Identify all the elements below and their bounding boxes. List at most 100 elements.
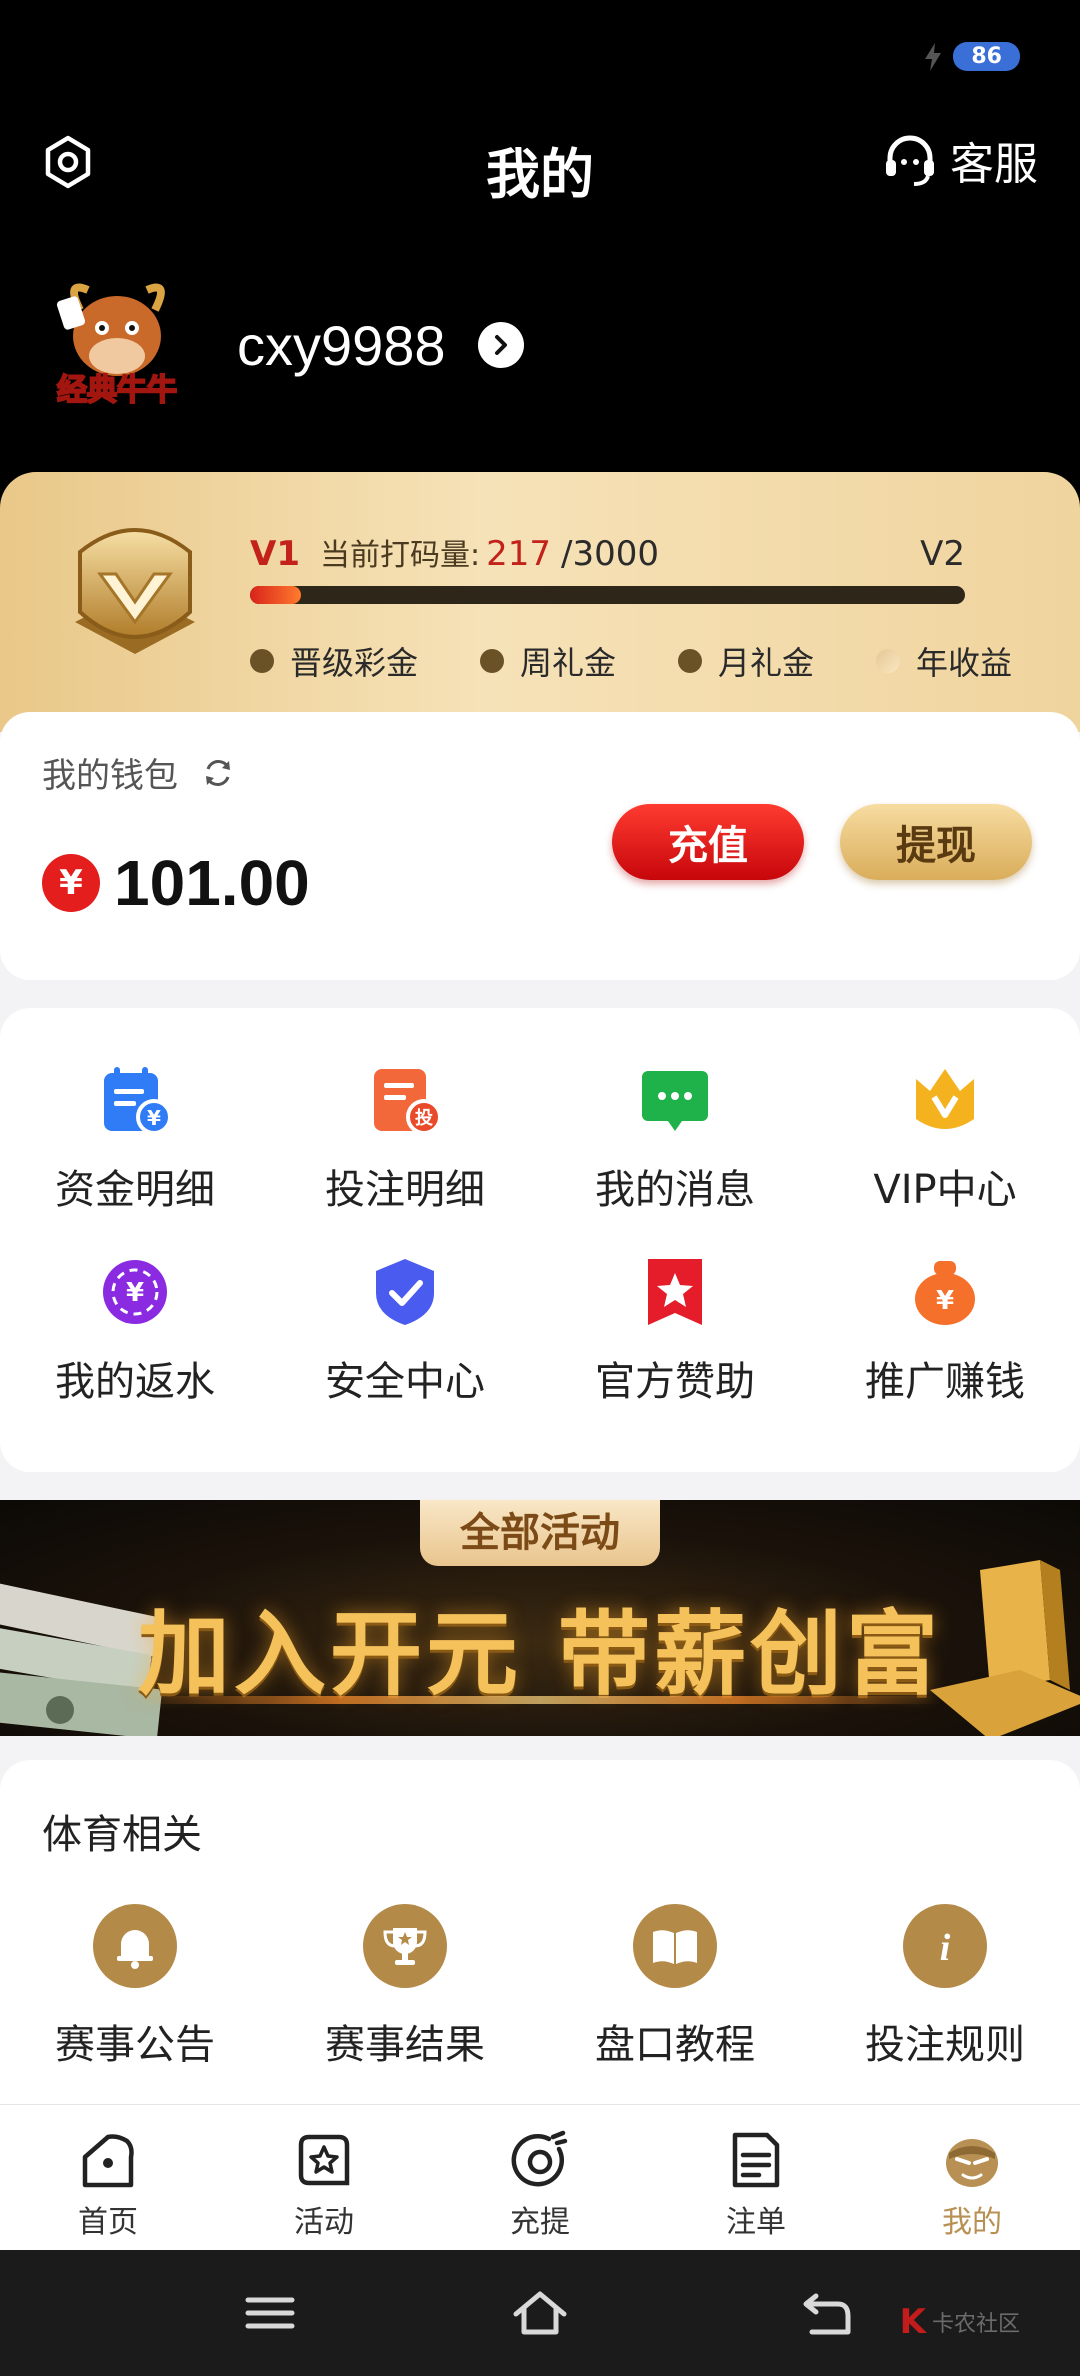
menu-item-sponsor[interactable]: 官方赞助 [540,1255,810,1407]
sports-section: 体育相关 赛事公告 赛事结果 盘口教程 i 投注规则 [0,1760,1080,2120]
headset-icon [886,135,934,186]
menu-item-fund-detail[interactable]: ¥ 资金明细 [0,1063,270,1215]
sports-label: 赛事结果 [325,2022,485,2068]
balance-amount: 101.00 [114,847,310,919]
svg-text:¥: ¥ [936,1286,954,1316]
customer-service-label: 客服 [950,139,1038,190]
avatar-text: 经典牛牛 [57,373,177,408]
perk-label: 晋级彩金 [290,644,419,682]
vip-card[interactable]: V1 当前打码量: 217 /3000 V2 晋级彩金 周礼金 月礼金 年收益 [0,472,1080,732]
header-background [0,0,1080,520]
menu-item-security[interactable]: 安全中心 [270,1255,540,1407]
wallet-header: 我的钱包 [42,748,236,797]
wallet-title: 我的钱包 [42,756,178,796]
recharge-withdraw-icon [511,2130,568,2187]
bet-detail-icon: 投 [374,1069,442,1135]
vip-perks: 晋级彩金 周礼金 月礼金 年收益 [250,638,1080,684]
menu-label: 我的返水 [55,1359,215,1405]
menu-item-bet-detail[interactable]: 投 投注明细 [270,1063,540,1215]
perk-item: 年收益 [876,638,1012,684]
yen-icon: ¥ [42,854,100,912]
wallet-balance: ¥ 101.00 [42,846,310,920]
tab-activity[interactable]: 活动 [216,2105,432,2250]
vip-level-row: V1 当前打码量: 217 /3000 V2 [250,530,965,574]
tab-label: 我的 [942,2205,1002,2240]
recharge-button[interactable]: 充值 [612,804,804,880]
money-bag-icon: ¥ [915,1261,975,1325]
menu-item-rebate[interactable]: ¥ 我的返水 [0,1255,270,1407]
svg-text:i: i [940,1927,951,1969]
current-vip-level: V1 [250,534,300,574]
sports-item-announcement[interactable]: 赛事公告 [0,1904,270,2070]
vip-crown-icon [916,1069,974,1129]
tab-label: 充提 [510,2205,570,2240]
menu-item-promote[interactable]: ¥ 推广赚钱 [810,1255,1080,1407]
sports-grid: 赛事公告 赛事结果 盘口教程 i 投注规则 [0,1904,1080,2070]
menu-item-vip-center[interactable]: VIP中心 [810,1063,1080,1215]
menu-icon[interactable] [242,2288,298,2338]
menu-label: 安全中心 [325,1359,485,1405]
code-amount-total: /3000 [561,534,659,574]
back-icon[interactable] [798,2288,854,2338]
tab-home[interactable]: 首页 [0,2105,216,2250]
top-nav: 我的 客服 [0,120,1080,208]
all-activities-tag[interactable]: 全部活动 [420,1500,660,1566]
tab-mine[interactable]: 我的 [864,2105,1080,2250]
perk-label: 周礼金 [520,644,617,682]
menu-item-messages[interactable]: 我的消息 [540,1063,810,1215]
code-amount-label: 当前打码量: [319,538,481,573]
system-nav-bar: K 卡农社区 [0,2250,1080,2376]
vip-progress-bar [250,586,965,604]
status-bar: 86 [923,42,1020,71]
username[interactable]: cxy9988 [237,313,446,378]
mine-page: 86 我的 客服 经典牛牛 cxy9988 V1 当前打码量: 217 /300… [0,0,1080,2376]
sports-item-rules[interactable]: i 投注规则 [810,1904,1080,2070]
bell-icon [93,1904,177,1988]
message-icon [642,1071,708,1131]
tab-recharge-withdraw[interactable]: 充提 [432,2105,648,2250]
shield-check-icon [376,1259,434,1325]
refresh-icon[interactable] [200,755,236,791]
user-profile[interactable]: 经典牛牛 cxy9988 [50,270,524,420]
home-nav-icon[interactable] [512,2288,568,2338]
tab-label: 注单 [726,2205,786,2240]
sports-label: 赛事公告 [55,2022,215,2068]
perk-item: 月礼金 [678,638,814,684]
activity-star-icon [298,2134,350,2186]
withdraw-button[interactable]: 提现 [840,804,1032,880]
avatar[interactable]: 经典牛牛 [50,270,185,420]
profile-arrow-icon[interactable] [477,322,524,368]
svg-text:投: 投 [415,1107,433,1129]
perk-dot-icon [678,649,703,673]
activity-banner[interactable]: 全部活动 加入开元 带薪创富 [0,1500,1080,1736]
charging-icon [925,42,942,71]
menu-label: 资金明细 [55,1167,215,1213]
perk-label: 月礼金 [718,644,815,682]
banner-flare [140,1696,940,1704]
next-vip-level: V2 [920,534,965,574]
sports-item-results[interactable]: 赛事结果 [270,1904,540,2070]
menu-label: 投注明细 [325,1167,485,1213]
menu-label: 推广赚钱 [865,1359,1025,1405]
gold-bar-icon [930,1560,1080,1736]
perk-dot-icon [250,649,274,673]
menu-label: VIP中心 [873,1167,1017,1213]
svg-text:¥: ¥ [147,1106,161,1130]
info-icon: i [903,1904,987,1988]
banner-slogan: 加入开元 带薪创富 [137,1601,943,1708]
sports-section-title: 体育相关 [42,1812,202,1858]
sports-item-tutorial[interactable]: 盘口教程 [540,1904,810,2070]
home-icon [82,2134,134,2188]
rebate-chip-icon: ¥ [103,1260,167,1324]
battery-level: 86 [953,42,1020,71]
vip-badge-icon [75,528,195,654]
customer-service-button[interactable]: 客服 [880,128,1038,192]
bet-slip-icon [732,2132,780,2188]
tab-bet-slip[interactable]: 注单 [648,2105,864,2250]
wallet-card: 我的钱包 ¥ 101.00 充值 提现 [0,712,1080,980]
feature-grid: ¥ 资金明细 投 投注明细 我的消息 VIP中心 ¥ 我的返水 安全中心 官方赞… [0,1063,1080,1407]
book-icon [633,1904,717,1988]
mine-mascot-icon [946,2139,998,2187]
trophy-icon [363,1904,447,1988]
vip-progress-fill [250,586,302,604]
